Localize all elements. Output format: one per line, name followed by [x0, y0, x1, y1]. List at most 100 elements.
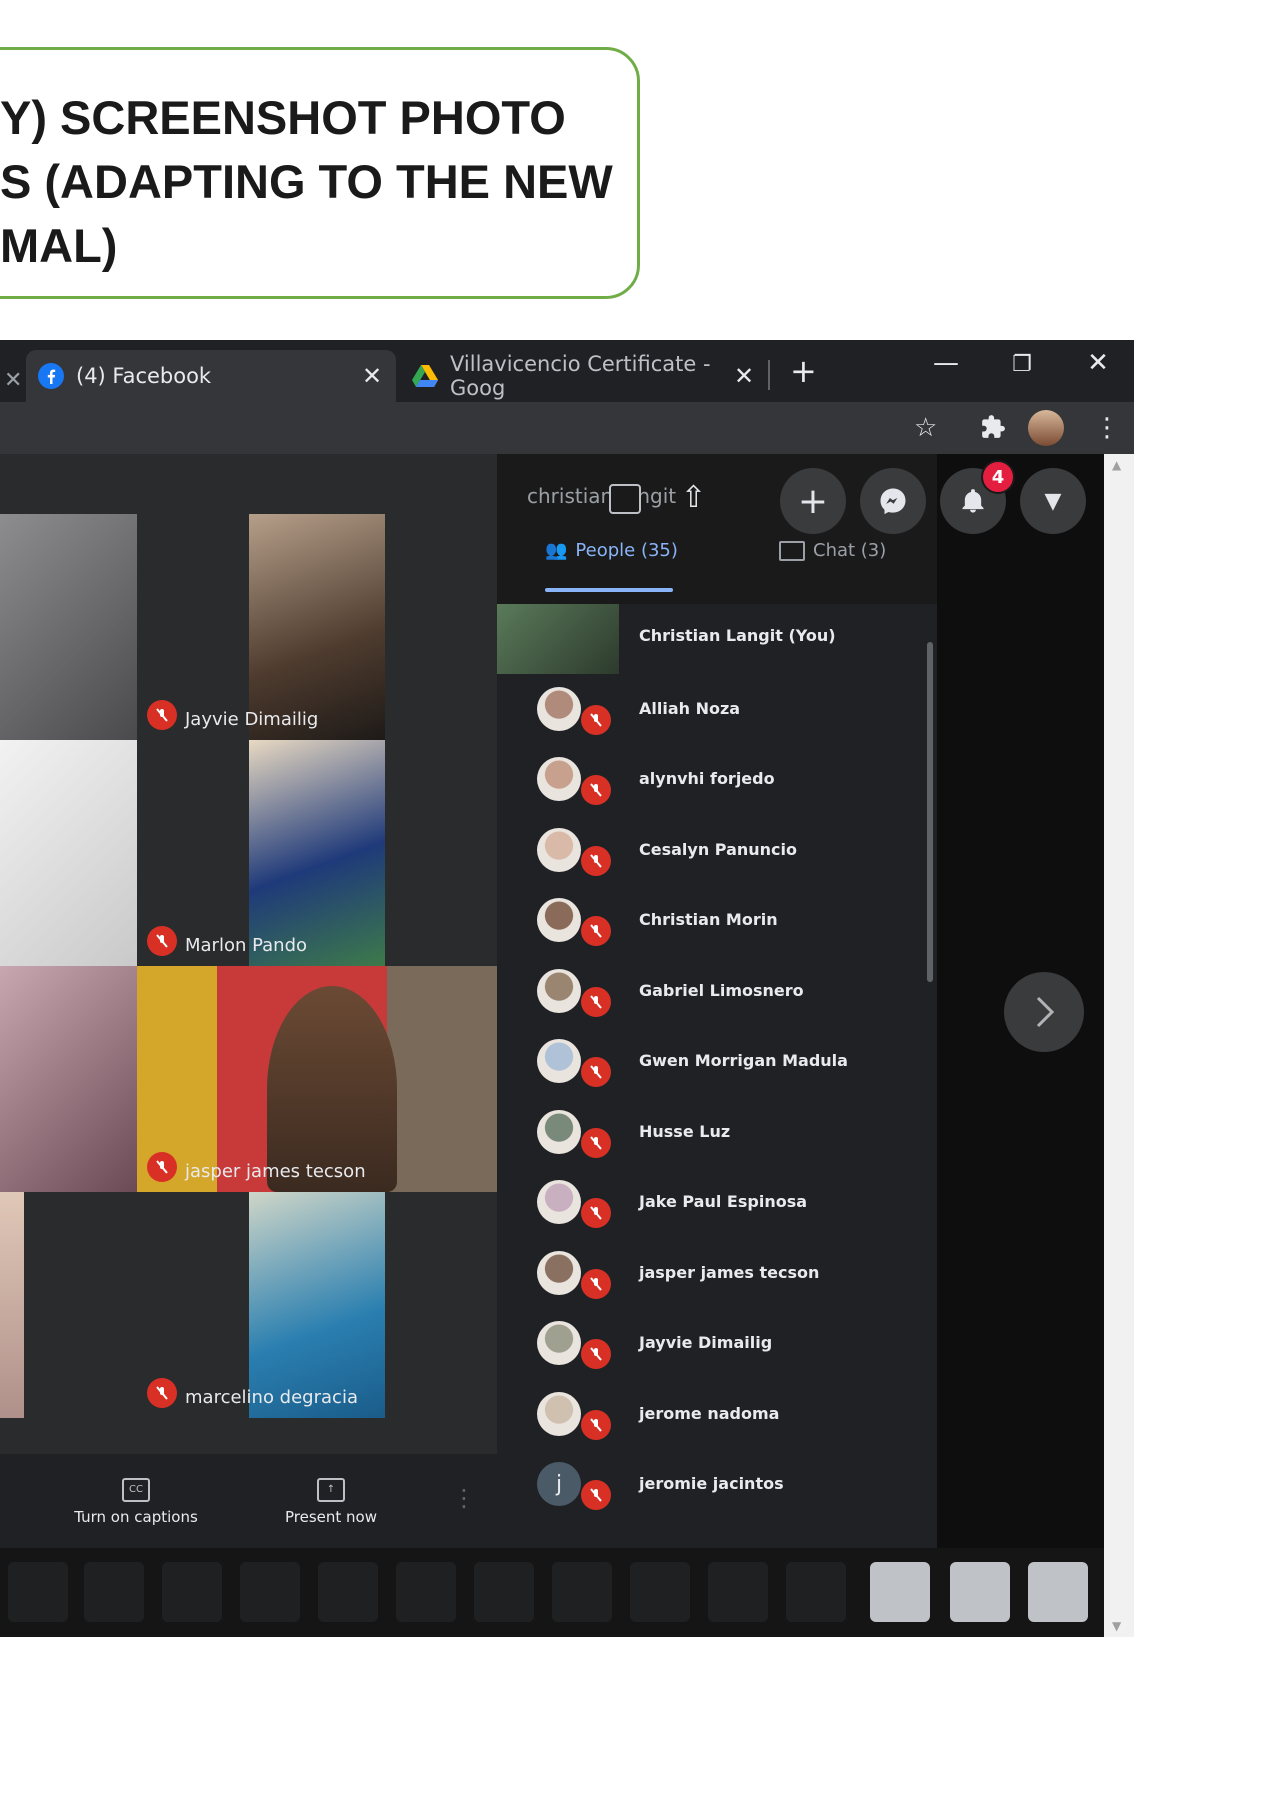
participant-row[interactable]: alynvhi forjedo	[497, 747, 937, 817]
tab-drive-label: Villavicencio Certificate - Goog	[450, 352, 711, 400]
participant-row[interactable]: Husse Luz	[497, 1100, 937, 1170]
participant-name: jerome nadoma	[639, 1403, 780, 1423]
heading-line-3: MAL)	[0, 219, 118, 272]
heading-line-1: Y) SCREENSHOT PHOTO	[0, 91, 566, 144]
thumbnail[interactable]	[786, 1562, 846, 1622]
minimize-icon[interactable]: —	[926, 348, 966, 378]
participant-row[interactable]: Cesalyn Panuncio	[497, 818, 937, 888]
participant-row[interactable]: jasper james tecson	[497, 1241, 937, 1311]
self-video-thumbnail	[497, 604, 619, 674]
tab-divider	[768, 360, 770, 390]
close-tab-icon[interactable]: ✕	[734, 362, 754, 390]
prev-tab-close-icon[interactable]: ✕	[4, 354, 22, 406]
participant-name: Gwen Morrigan Madula	[639, 1051, 848, 1070]
tab-people[interactable]: 👥 People (35)	[545, 540, 678, 561]
facebook-username: christian langit	[527, 484, 677, 508]
heading-line-2: S (ADAPTING TO THE NEW	[0, 155, 613, 208]
window-close-icon[interactable]: ✕	[1078, 348, 1118, 378]
people-panel: christian langit ⇧ 👥 People (35) Chat (3…	[497, 454, 937, 1548]
tab-facebook[interactable]: (4) Facebook ✕	[26, 350, 396, 402]
avatar	[537, 1321, 581, 1365]
mic-off-icon	[147, 1152, 177, 1182]
present-icon: ↑	[317, 1478, 345, 1502]
participant-video	[249, 514, 385, 740]
participant-name: Jake Paul Espinosa	[639, 1192, 808, 1211]
participant-row[interactable]: Gabriel Limosnero	[497, 959, 937, 1029]
profile-avatar[interactable]	[1028, 410, 1064, 446]
close-tab-icon[interactable]: ✕	[362, 362, 382, 390]
thumbnail[interactable]	[84, 1562, 144, 1622]
thumbnail[interactable]	[1028, 1562, 1088, 1622]
thumbnail[interactable]	[870, 1562, 930, 1622]
mic-off-icon	[581, 1268, 611, 1299]
star-icon[interactable]: ☆	[914, 414, 937, 442]
avatar	[537, 1250, 581, 1295]
active-tab-indicator	[545, 588, 673, 592]
people-tab-label: People (35)	[575, 540, 678, 561]
next-arrow-button[interactable]	[1004, 972, 1084, 1052]
mic-off-icon	[581, 1057, 611, 1087]
thumbnail[interactable]	[8, 1562, 68, 1622]
participant-name: marcelino degracia	[185, 1387, 358, 1408]
notification-badge: 4	[981, 460, 1015, 494]
share-icon[interactable]: ⇧	[681, 480, 706, 515]
account-menu-button[interactable]: ▼	[1020, 468, 1086, 534]
video-tile	[0, 740, 137, 966]
avatar	[537, 757, 581, 801]
page-scrollbar[interactable]: ▲ ▼	[1104, 454, 1134, 1637]
more-options-icon[interactable]: ⋮	[452, 1484, 476, 1512]
extensions-icon[interactable]	[980, 414, 1006, 446]
thumbnail[interactable]	[950, 1562, 1010, 1622]
thumbnail[interactable]	[552, 1562, 612, 1622]
participant-name: Alliah Noza	[639, 698, 741, 718]
mic-off-icon	[147, 700, 177, 730]
participant-row[interactable]: Christian Morin	[497, 888, 937, 958]
participant-row[interactable]: jerome nadoma	[497, 1382, 937, 1452]
participant-name: alynvhi forjedo	[639, 769, 775, 788]
thumbnail[interactable]	[318, 1562, 378, 1622]
tab-chat[interactable]: Chat (3)	[779, 540, 886, 561]
panel-scrollbar[interactable]	[927, 642, 933, 982]
restore-icon[interactable]: ❐	[1002, 352, 1042, 377]
participant-row[interactable]: Jake Paul Espinosa	[497, 1170, 937, 1240]
filmstrip	[0, 1548, 1104, 1637]
participant-name: Marlon Pando	[185, 935, 308, 956]
mic-off-icon	[581, 1127, 611, 1158]
participant-row[interactable]: Alliah Noza	[497, 677, 937, 747]
new-tab-button[interactable]: +	[790, 352, 817, 390]
participant-name: Christian Morin	[639, 910, 778, 929]
participant-name: Gabriel Limosnero	[639, 980, 804, 1000]
present-now-button[interactable]: ↑ Present now	[266, 1478, 396, 1526]
captions-label: Turn on captions	[74, 1508, 198, 1526]
video-tile	[0, 1192, 137, 1418]
thumbnail[interactable]	[240, 1562, 300, 1622]
captions-button[interactable]: CC Turn on captions	[66, 1478, 206, 1526]
participant-video	[249, 1192, 385, 1418]
tab-drive[interactable]: Villavicencio Certificate - Goog ✕	[398, 350, 758, 402]
create-button[interactable]: +	[780, 468, 846, 534]
participant-row[interactable]: j jeromie jacintos	[497, 1452, 937, 1522]
thumbnail[interactable]	[630, 1562, 690, 1622]
avatar	[537, 1180, 581, 1224]
messenger-button[interactable]	[860, 468, 926, 534]
participant-name: Jayvie Dimailig	[639, 1333, 773, 1352]
facebook-icon	[38, 363, 64, 389]
menu-dots-icon[interactable]: ⋮	[1094, 414, 1120, 442]
participant-row[interactable]: Christian Langit (You)	[497, 604, 937, 674]
thumbnail[interactable]	[162, 1562, 222, 1622]
messenger-icon	[880, 488, 906, 515]
mic-off-icon	[147, 1378, 177, 1408]
thumbnail[interactable]	[396, 1562, 456, 1622]
mic-off-icon	[581, 704, 611, 735]
participant-name: Jayvie Dimailig	[185, 709, 319, 730]
participant-row[interactable]: Gwen Morrigan Madula	[497, 1029, 937, 1099]
participant-name: Cesalyn Panuncio	[639, 839, 798, 859]
thumbnail[interactable]	[708, 1562, 768, 1622]
scroll-down-icon[interactable]: ▼	[1112, 1619, 1121, 1633]
avatar	[537, 686, 581, 731]
mic-off-icon	[581, 1409, 611, 1440]
scroll-up-icon[interactable]: ▲	[1112, 458, 1121, 472]
participant-row[interactable]: Jayvie Dimailig	[497, 1311, 937, 1381]
thumbnail[interactable]	[474, 1562, 534, 1622]
screenshot-icon[interactable]	[609, 484, 641, 514]
